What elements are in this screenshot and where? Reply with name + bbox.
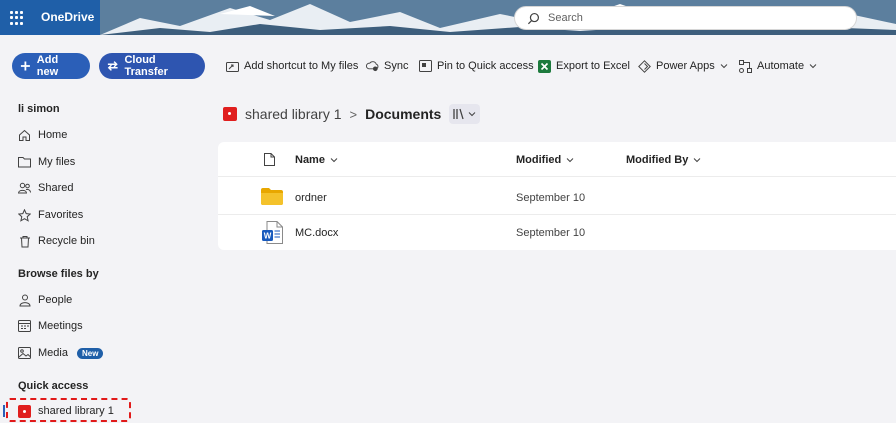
sidebar-item-people[interactable]: People — [18, 292, 72, 308]
cloud-transfer-label: Cloud Transfer — [124, 54, 168, 78]
sidebar-item-label: People — [38, 294, 73, 306]
sidebar-item-label: Meetings — [38, 320, 83, 332]
add-new-label: Add new — [36, 54, 59, 78]
column-label: Name — [295, 154, 325, 166]
library-icon — [223, 107, 237, 121]
breadcrumb: shared library 1 > Documents — [223, 104, 481, 124]
folder-icon — [18, 156, 31, 169]
automate-command[interactable]: Automate — [739, 58, 817, 74]
folder-icon — [261, 188, 283, 205]
shortcut-icon — [226, 60, 239, 73]
svg-text:W: W — [264, 232, 272, 241]
file-name[interactable]: ordner — [295, 192, 327, 204]
quick-access-heading: Quick access — [18, 380, 89, 392]
browse-heading: Browse files by — [18, 268, 99, 280]
sidebar-item-shared[interactable]: Shared — [18, 180, 73, 196]
star-icon — [18, 208, 31, 222]
file-list: Name Modified Modified By ordner Septemb… — [218, 142, 896, 250]
table-row[interactable]: W MC.docx September 10 — [218, 215, 896, 250]
sidebar-item-recycle-bin[interactable]: Recycle bin — [18, 233, 95, 249]
power-apps-label: Power Apps — [656, 60, 715, 72]
user-name: li simon — [18, 103, 60, 115]
sync-command[interactable]: Sync — [366, 58, 408, 74]
column-header-modified[interactable]: Modified — [516, 154, 574, 166]
export-excel-label: Export to Excel — [556, 60, 630, 72]
breadcrumb-library[interactable]: shared library 1 — [245, 106, 342, 122]
sidebar-item-label: Home — [38, 129, 68, 141]
library-view-button[interactable] — [449, 104, 481, 124]
chevron-down-icon — [809, 64, 817, 69]
add-shortcut-command[interactable]: Add shortcut to My files — [226, 58, 358, 74]
file-modified: September 10 — [516, 192, 586, 204]
power-apps-icon — [638, 59, 651, 73]
chevron-down-icon — [468, 112, 476, 117]
search-icon — [527, 12, 540, 24]
sidebar-item-label: Shared — [38, 182, 74, 194]
file-modified: September 10 — [516, 227, 586, 239]
column-label: Modified By — [626, 154, 689, 166]
plus-icon — [20, 61, 30, 71]
selected-indicator — [3, 405, 5, 417]
word-document-icon: W — [262, 221, 283, 244]
trash-icon — [18, 235, 31, 248]
app-header: OneDrive — [0, 0, 896, 35]
sync-label: Sync — [384, 60, 409, 72]
column-label: Modified — [516, 154, 562, 166]
add-shortcut-label: Add shortcut to My files — [244, 60, 359, 72]
breadcrumb-separator: > — [349, 106, 358, 122]
chevron-down-icon — [720, 64, 728, 69]
library-icon — [18, 404, 31, 418]
file-type-icon[interactable] — [264, 153, 275, 166]
pin-quick-access-label: Pin to Quick access — [437, 60, 534, 72]
sidebar-item-label: Media — [38, 347, 68, 359]
breadcrumb-current: Documents — [365, 106, 442, 122]
chevron-down-icon — [566, 158, 574, 163]
excel-icon — [538, 59, 551, 73]
new-badge: New — [76, 347, 104, 359]
library-view-icon — [453, 108, 464, 120]
file-name[interactable]: MC.docx — [295, 227, 338, 239]
sidebar-item-label: Favorites — [38, 209, 84, 221]
sidebar-item-favorites[interactable]: Favorites — [18, 207, 83, 223]
person-icon — [18, 294, 31, 307]
people-icon — [18, 182, 31, 195]
power-apps-command[interactable]: Power Apps — [638, 58, 728, 74]
export-excel-command[interactable]: Export to Excel — [538, 58, 630, 74]
automate-label: Automate — [757, 60, 805, 72]
sync-icon — [366, 60, 379, 73]
sidebar-item-shared-library-1[interactable]: shared library 1 — [18, 403, 114, 419]
pin-icon — [419, 60, 432, 73]
image-icon — [18, 347, 31, 360]
sidebar-item-label: Recycle bin — [38, 235, 95, 247]
file-list-header: Name Modified Modified By — [218, 142, 896, 177]
search-box[interactable] — [514, 6, 857, 30]
chevron-down-icon — [693, 158, 701, 163]
calendar-icon — [18, 320, 31, 333]
sidebar-item-media[interactable]: Media New — [18, 345, 104, 361]
column-header-name[interactable]: Name — [295, 154, 338, 166]
home-icon — [18, 129, 31, 142]
cloud-transfer-button[interactable]: Cloud Transfer — [99, 53, 205, 79]
column-header-modified-by[interactable]: Modified By — [626, 154, 701, 166]
add-new-button[interactable]: Add new — [12, 53, 90, 79]
sidebar-item-home[interactable]: Home — [18, 127, 67, 143]
transfer-icon — [107, 61, 118, 71]
pin-quick-access-command[interactable]: Pin to Quick access — [419, 58, 534, 74]
sidebar-item-my-files[interactable]: My files — [18, 154, 75, 170]
table-row[interactable]: ordner September 10 — [218, 180, 896, 215]
search-input[interactable] — [548, 12, 828, 24]
app-launcher-icon[interactable] — [10, 11, 24, 25]
chevron-down-icon — [330, 158, 338, 163]
sidebar-item-meetings[interactable]: Meetings — [18, 318, 83, 334]
sidebar-item-label: shared library 1 — [38, 405, 114, 417]
sidebar-item-label: My files — [38, 156, 76, 168]
app-title[interactable]: OneDrive — [41, 10, 94, 24]
automate-icon — [739, 59, 752, 73]
